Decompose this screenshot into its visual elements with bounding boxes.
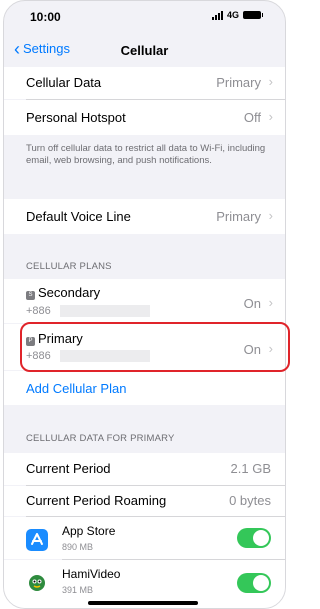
cellular-data-row[interactable]: Cellular Data Primary › <box>4 67 285 99</box>
current-period-roaming-row: Current Period Roaming 0 bytes <box>4 486 285 516</box>
personal-hotspot-row[interactable]: Personal Hotspot Off › <box>4 100 285 135</box>
phone-screen: 10:00 4G ‹ Settings Cellular Cellular Da… <box>3 0 286 609</box>
app-name: App Store <box>62 524 116 538</box>
hamivideo-icon <box>26 572 48 594</box>
signal-icon <box>211 10 223 20</box>
chevron-right-icon: › <box>268 109 273 124</box>
app-store-icon <box>26 529 48 551</box>
app-size: 890 MB <box>62 542 94 552</box>
app-size: 391 MB <box>62 585 94 595</box>
default-voice-line-value: Primary <box>216 209 261 224</box>
app-data-toggle[interactable] <box>237 573 271 593</box>
page-title: Cellular <box>120 43 169 58</box>
cellular-data-footnote: Turn off cellular data to restrict all d… <box>26 143 266 166</box>
navigation-bar: ‹ Settings Cellular <box>4 35 285 65</box>
chevron-right-icon: › <box>268 208 273 223</box>
status-time: 10:00 <box>30 10 61 24</box>
plan-number: +886 <box>26 305 51 317</box>
cellular-data-value: Primary <box>216 75 261 90</box>
cellular-data-label: Cellular Data <box>26 75 102 90</box>
cellular-plans-header: CELLULAR PLANS <box>26 261 112 272</box>
default-voice-line-row[interactable]: Default Voice Line Primary › <box>4 199 285 234</box>
plan-row-secondary[interactable]: S Secondary +886 On › <box>4 279 285 323</box>
plan-name-text: Secondary <box>38 285 101 300</box>
battery-icon <box>243 11 263 19</box>
network-type: 4G <box>226 10 239 20</box>
plan-name: S Secondary <box>26 285 100 300</box>
status-bar: 10:00 4G <box>4 1 285 31</box>
chevron-right-icon: › <box>268 295 273 310</box>
plan-status: On <box>243 296 261 311</box>
default-voice-line-label: Default Voice Line <box>26 209 131 224</box>
redacted-number <box>60 305 150 317</box>
roaming-value: 0 bytes <box>229 493 271 508</box>
cellular-data-header: CELLULAR DATA FOR PRIMARY <box>26 433 175 444</box>
current-period-row: Current Period 2.1 GB <box>4 453 285 485</box>
app-name: HamiVideo <box>62 567 121 581</box>
sim-badge-icon: S <box>26 291 35 300</box>
chevron-right-icon: › <box>268 74 273 89</box>
app-row-app-store: App Store 890 MB <box>4 517 285 559</box>
status-indicators: 4G <box>211 10 263 20</box>
app-data-toggle[interactable] <box>237 528 271 548</box>
current-period-label: Current Period <box>26 461 111 476</box>
current-period-value: 2.1 GB <box>230 461 271 476</box>
home-indicator <box>88 601 198 605</box>
add-cellular-plan-row[interactable]: Add Cellular Plan <box>4 371 285 405</box>
personal-hotspot-label: Personal Hotspot <box>26 110 126 125</box>
add-cellular-plan-link[interactable]: Add Cellular Plan <box>26 381 126 396</box>
personal-hotspot-value: Off <box>243 110 261 125</box>
highlight-box <box>20 322 290 372</box>
roaming-label: Current Period Roaming <box>26 493 167 508</box>
